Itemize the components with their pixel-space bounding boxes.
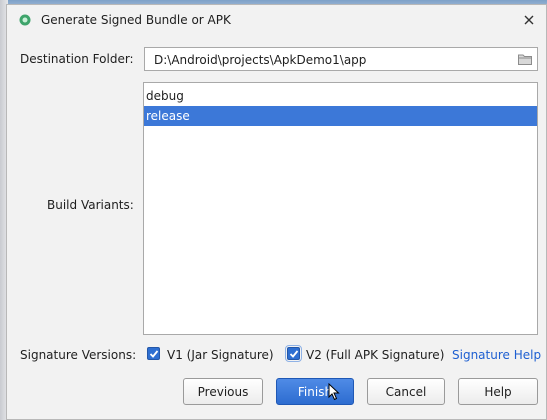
v2-checkbox-label[interactable]: V2 (Full APK Signature) — [306, 348, 444, 362]
mouse-cursor-icon — [328, 383, 340, 401]
variant-item-debug[interactable]: debug — [144, 86, 537, 106]
v1-checkbox-label[interactable]: V1 (Jar Signature) — [167, 348, 274, 362]
signature-versions-label: Signature Versions: — [20, 348, 137, 362]
desktop-background: Generate Signed Bundle or APK Destinatio… — [0, 0, 547, 420]
title-bar: Generate Signed Bundle or APK — [7, 5, 546, 35]
android-studio-icon — [19, 14, 31, 26]
close-button[interactable] — [520, 11, 538, 29]
v1-checkbox[interactable] — [147, 347, 160, 360]
build-variants-label: Build Variants: — [47, 198, 134, 212]
checkmark-icon — [149, 350, 159, 358]
folder-icon[interactable] — [518, 53, 532, 65]
previous-button[interactable]: Previous — [183, 378, 263, 405]
v2-checkbox[interactable] — [285, 345, 302, 362]
destination-folder-label: Destination Folder: — [20, 52, 134, 66]
destination-folder-field[interactable]: D:\Android\projects\ApkDemo1\app — [144, 47, 538, 71]
close-icon — [524, 15, 534, 25]
finish-button[interactable]: Finish — [276, 378, 354, 405]
help-button[interactable]: Help — [458, 378, 538, 405]
destination-folder-value: D:\Android\projects\ApkDemo1\app — [154, 53, 367, 67]
dialog-title: Generate Signed Bundle or APK — [41, 13, 231, 27]
checkmark-icon — [289, 350, 299, 358]
variant-item-release[interactable]: release — [144, 106, 537, 126]
signature-help-link[interactable]: Signature Help — [452, 348, 541, 362]
cancel-button[interactable]: Cancel — [367, 378, 445, 405]
build-variants-list[interactable]: debug release — [143, 82, 538, 335]
generate-signed-apk-dialog: Generate Signed Bundle or APK Destinatio… — [6, 4, 547, 420]
